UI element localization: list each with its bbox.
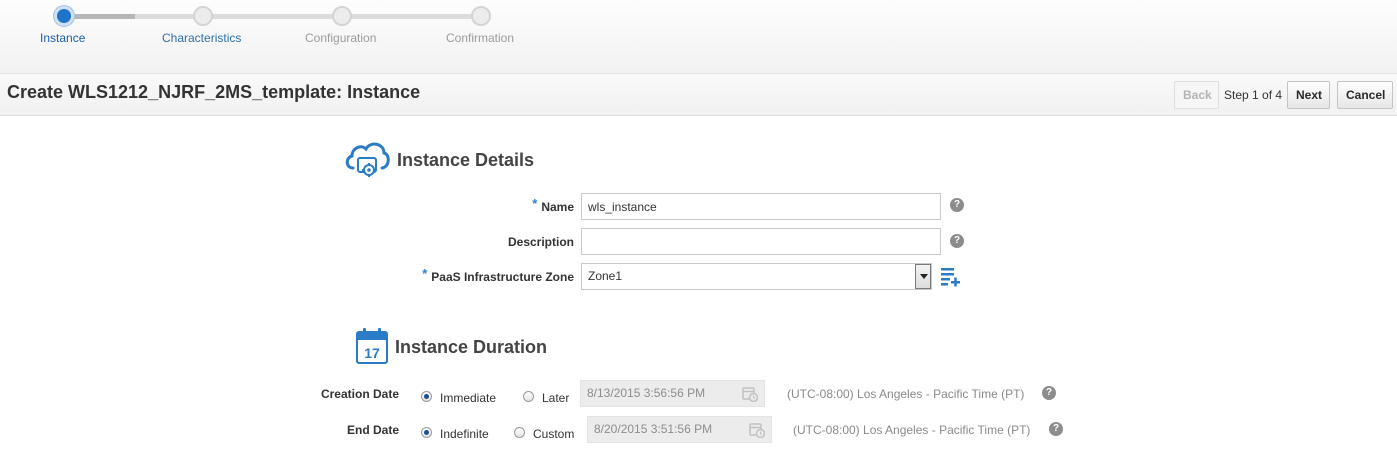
description-help-icon[interactable]: ? — [950, 234, 964, 248]
creation-help-icon[interactable]: ? — [1042, 386, 1056, 400]
immediate-radio[interactable] — [421, 391, 432, 402]
step-indicator: Step 1 of 4 — [1224, 88, 1283, 102]
train-line — [135, 14, 481, 19]
train-stop-characteristics[interactable] — [193, 6, 213, 26]
creation-date-label: Creation Date — [320, 387, 399, 401]
wizard-train: Instance Characteristics Configuration C… — [0, 0, 1397, 74]
instance-duration-title: Instance Duration — [395, 337, 548, 357]
name-help-icon[interactable]: ? — [950, 198, 964, 212]
train-progress-line — [65, 14, 135, 19]
next-button[interactable]: Next — [1287, 81, 1330, 109]
custom-radio-label[interactable]: Custom — [533, 427, 574, 441]
indefinite-radio[interactable] — [421, 427, 432, 438]
required-marker: * — [422, 266, 428, 281]
train-stop-instance — [54, 6, 74, 26]
back-button[interactable]: Back — [1174, 81, 1219, 109]
cloud-gear-icon — [345, 142, 390, 177]
chevron-down-icon[interactable] — [915, 264, 931, 289]
name-label: * Name — [520, 196, 574, 214]
zone-select[interactable]: Zone1 — [581, 263, 932, 290]
train-label-confirmation: Confirmation — [446, 31, 515, 45]
later-radio-label[interactable]: Later — [542, 391, 569, 405]
name-field[interactable] — [581, 193, 941, 220]
train-label-instance: Instance — [40, 31, 86, 45]
description-field[interactable] — [581, 228, 941, 255]
zone-label: * PaaS Infrastructure Zone — [400, 266, 574, 284]
train-label-characteristics[interactable]: Characteristics — [162, 31, 241, 45]
name-label-text: Name — [541, 200, 574, 214]
end-date-field: 8/20/2015 3:51:56 PM — [587, 416, 772, 443]
immediate-radio-label[interactable]: Immediate — [440, 391, 496, 405]
instance-details-title: Instance Details — [397, 150, 535, 170]
creation-date-value: 8/13/2015 3:56:56 PM — [587, 386, 706, 400]
add-zone-icon[interactable] — [940, 266, 960, 288]
description-label: Description — [507, 235, 574, 249]
calendar-clock-icon — [742, 387, 758, 402]
page-title: Create WLS1212_NJRF_2MS_template: Instan… — [7, 82, 421, 102]
later-radio[interactable] — [523, 391, 534, 402]
page-header: Create WLS1212_NJRF_2MS_template: Instan… — [0, 74, 1397, 116]
train-stop-confirmation — [471, 6, 491, 26]
cancel-button[interactable]: Cancel — [1337, 81, 1393, 109]
end-help-icon[interactable]: ? — [1049, 422, 1063, 436]
indefinite-radio-label[interactable]: Indefinite — [440, 427, 489, 441]
end-date-value: 8/20/2015 3:51:56 PM — [594, 422, 713, 436]
train-stop-configuration — [332, 6, 352, 26]
end-timezone: (UTC-08:00) Los Angeles - Pacific Time (… — [793, 423, 1031, 437]
creation-timezone: (UTC-08:00) Los Angeles - Pacific Time (… — [787, 387, 1025, 401]
required-marker: * — [532, 196, 538, 211]
custom-radio[interactable] — [514, 427, 525, 438]
creation-date-field: 8/13/2015 3:56:56 PM — [580, 380, 765, 407]
calendar-day: 17 — [364, 345, 380, 361]
end-date-label: End Date — [346, 423, 399, 437]
zone-label-text: PaaS Infrastructure Zone — [431, 270, 574, 284]
train-label-configuration: Configuration — [305, 31, 377, 45]
zone-select-value: Zone1 — [588, 269, 623, 283]
calendar-clock-icon — [749, 423, 765, 438]
calendar-icon: 17 — [356, 328, 388, 364]
